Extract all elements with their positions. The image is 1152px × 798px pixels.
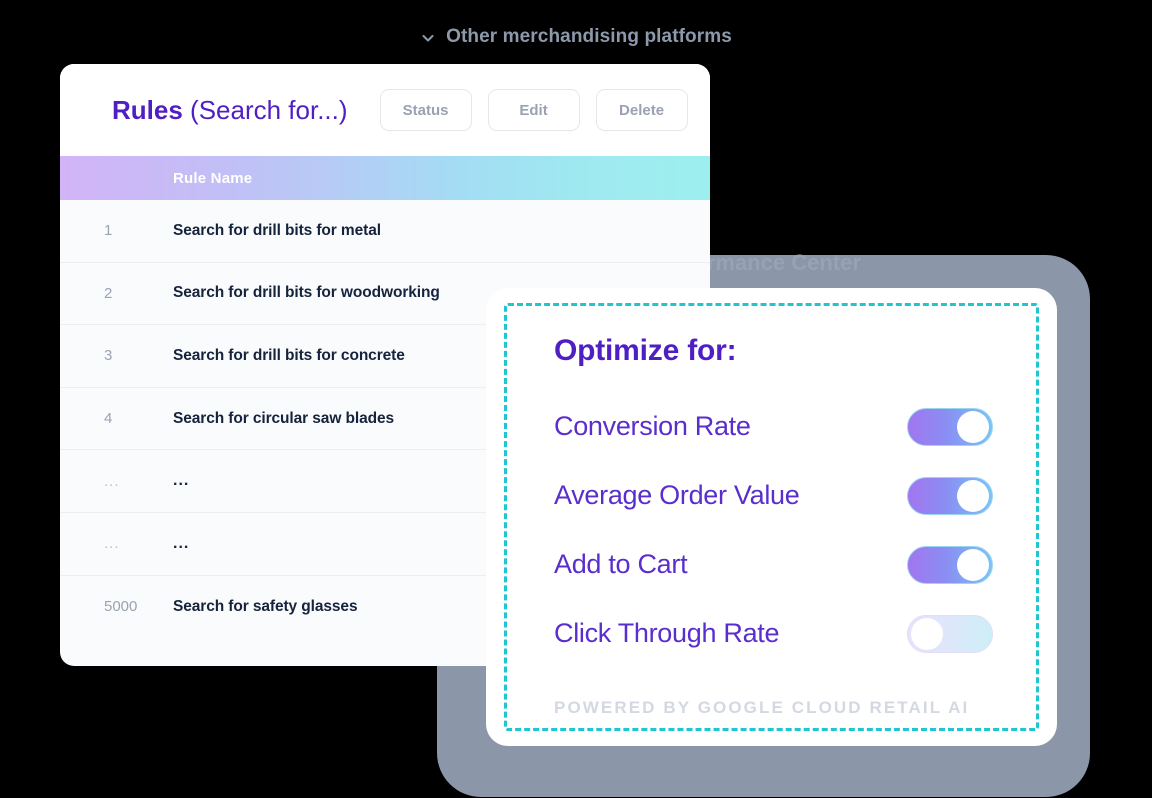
rules-card-title: Rules (Search for...): [112, 95, 348, 126]
rules-title-strong: Rules: [112, 94, 183, 125]
row-index: ...: [104, 472, 120, 490]
row-index: 3: [104, 347, 113, 365]
row-rule-name: ...: [173, 534, 190, 552]
optimize-option-label: Conversion Rate: [554, 411, 751, 441]
toggle-add-to-cart[interactable]: [907, 545, 993, 584]
status-button[interactable]: Status: [379, 89, 472, 131]
toggle-knob: [957, 410, 989, 443]
optimize-option-add-to-cart: Add to Cart: [554, 530, 993, 599]
row-index: 1: [104, 222, 113, 240]
optimize-option-label: Click Through Rate: [554, 618, 780, 648]
column-header-rule-name: Rule Name: [173, 169, 253, 187]
row-rule-name: ...: [173, 472, 190, 490]
other-platforms-label: Other merchandising platforms: [446, 26, 732, 47]
other-platforms-header[interactable]: Other merchandising platforms: [0, 26, 1152, 48]
screen-root: Search Performance Center Other merchand…: [0, 0, 1152, 798]
table-row[interactable]: 1 Search for drill bits for metal: [60, 200, 710, 263]
rules-card-header: Rules (Search for...) Status Edit Delete: [60, 64, 710, 156]
optimize-card-content: Optimize for: Conversion Rate Average Or…: [486, 288, 1057, 746]
delete-button[interactable]: Delete: [595, 89, 688, 131]
toggle-average-order-value[interactable]: [907, 476, 993, 515]
optimize-option-label: Add to Cart: [554, 549, 688, 579]
row-index: ...: [104, 535, 120, 553]
edit-button[interactable]: Edit: [487, 89, 580, 131]
row-index: 2: [104, 284, 113, 302]
toggle-knob: [957, 548, 989, 581]
optimize-option-conversion-rate: Conversion Rate: [554, 392, 993, 461]
rules-title-subtitle: (Search for...): [182, 94, 348, 125]
optimize-option-click-through-rate: Click Through Rate: [554, 599, 993, 668]
optimize-card-title: Optimize for:: [554, 334, 737, 367]
optimize-option-label: Average Order Value: [554, 480, 800, 510]
row-index: 4: [104, 410, 113, 428]
toggle-knob: [911, 617, 943, 650]
row-index: 5000: [104, 598, 138, 616]
row-rule-name: Search for circular saw blades: [173, 409, 394, 427]
row-rule-name: Search for safety glasses: [173, 597, 358, 615]
powered-by-label: POWERED BY GOOGLE CLOUD RETAIL AI: [554, 698, 970, 717]
toggle-conversion-rate[interactable]: [907, 407, 993, 446]
row-rule-name: Search for drill bits for concrete: [173, 346, 405, 364]
table-header-row: Rule Name: [60, 156, 710, 200]
row-rule-name: Search for drill bits for woodworking: [173, 284, 440, 302]
row-rule-name: Search for drill bits for metal: [173, 221, 381, 239]
chevron-down-icon: [420, 30, 436, 46]
optimize-card: Optimize for: Conversion Rate Average Or…: [486, 288, 1057, 746]
toggle-knob: [957, 479, 989, 512]
optimize-option-average-order-value: Average Order Value: [554, 461, 993, 530]
toggle-click-through-rate[interactable]: [907, 614, 993, 653]
